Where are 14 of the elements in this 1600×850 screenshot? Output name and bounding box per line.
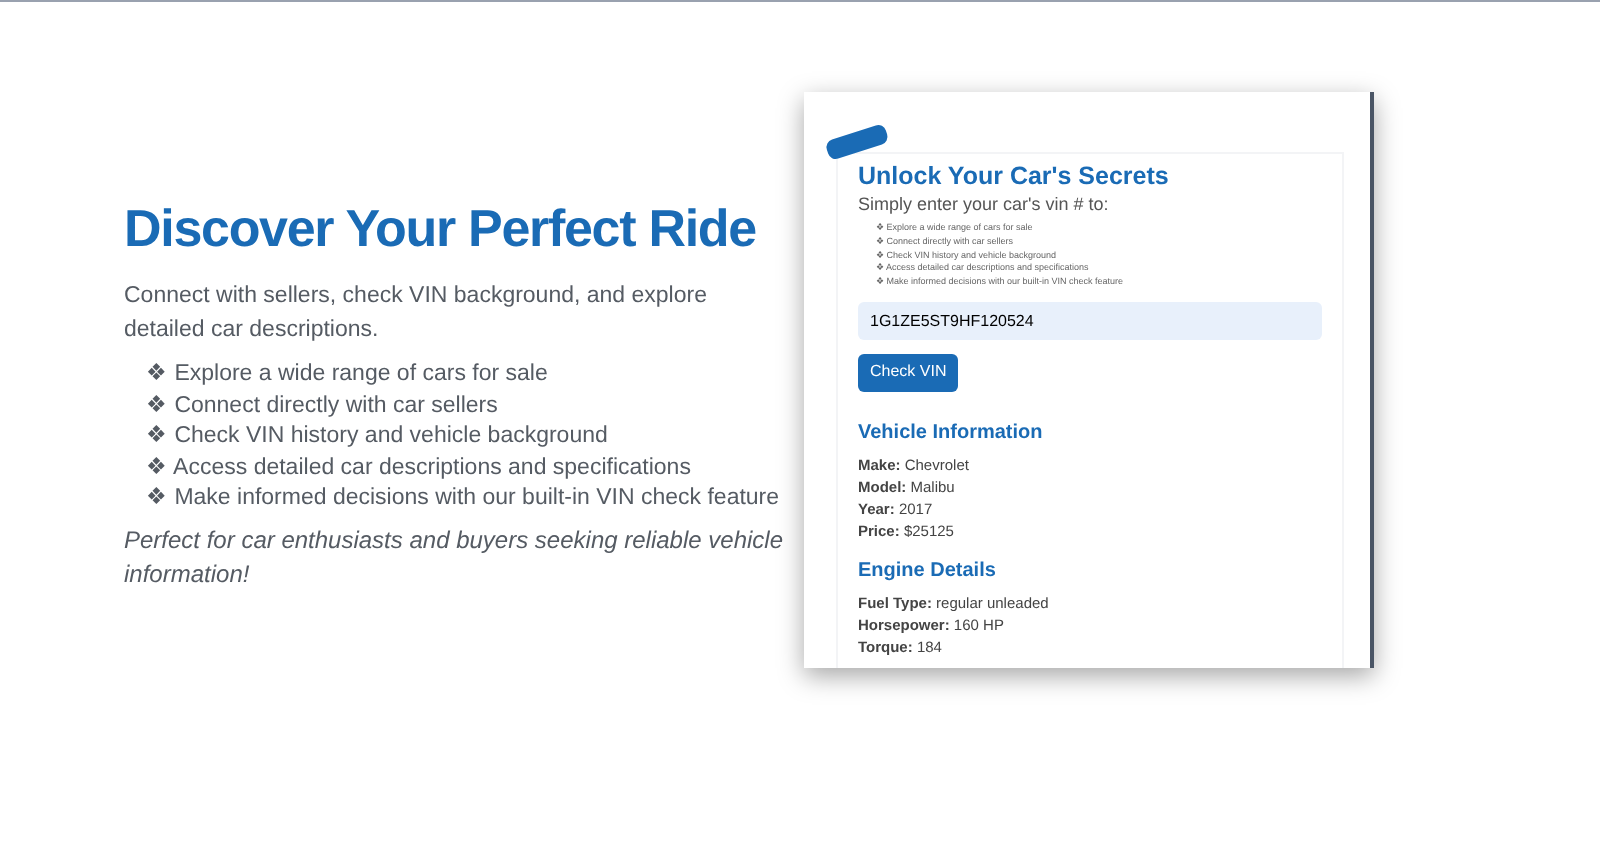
section-heading: Engine Details bbox=[858, 558, 998, 585]
card-title: Unlock Your Car's Secrets bbox=[858, 162, 1171, 192]
feature-item: ❖ Access detailed car descriptions and specifications bbox=[146, 453, 693, 483]
vin-field[interactable]: 1G1ZE5ST9HF120524 bbox=[858, 301, 1322, 340]
hero-title: Discover Your Perfect Ride bbox=[124, 196, 758, 262]
check-vin-button[interactable]: Check VIN bbox=[858, 353, 959, 392]
feature-item: ❖ Make informed decisions with our built-in VIN check feature bbox=[146, 484, 782, 514]
card-subtitle: Simply enter your car's vin # to: bbox=[858, 192, 1111, 216]
hero-intro: Connect with sellers, check VIN background, and explore detailed car descriptions. bbox=[124, 282, 709, 346]
feature-item: ❖ Explore a wide range of cars for sale bbox=[146, 360, 550, 390]
feature-item: ❖ Check VIN history and vehicle background bbox=[146, 422, 610, 452]
feature-item: ❖ Connect directly with car sellers bbox=[146, 391, 500, 421]
hero-tagline: Perfect for car enthusiasts and buyers seeking reliable vehicle information! bbox=[124, 523, 784, 591]
section-heading: Vehicle Information bbox=[858, 420, 1045, 447]
